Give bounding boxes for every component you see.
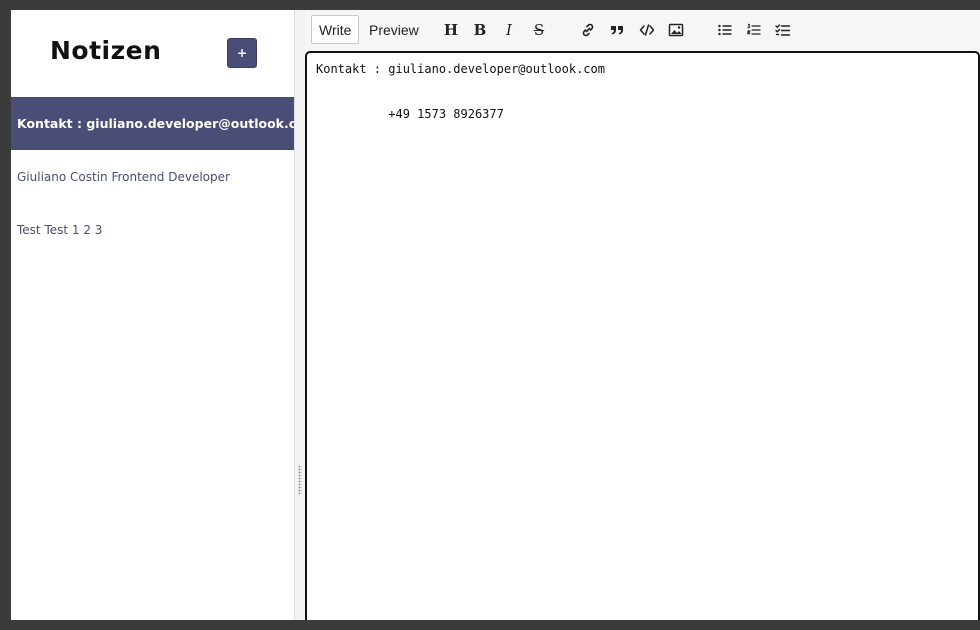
note-list: Kontakt : giuliano.developer@outlook.com… [11,97,294,256]
note-item[interactable]: Kontakt : giuliano.developer@outlook.com [11,97,294,150]
drag-handle-icon[interactable] [298,465,302,495]
ordered-list-icon[interactable] [743,20,765,40]
checklist-icon[interactable] [772,20,794,40]
note-item[interactable]: Giuliano Costin Frontend Developer [11,150,294,203]
sidebar-header: Notizen + [11,10,294,97]
editor-toolbar: Write Preview H B I S [305,10,980,51]
link-icon[interactable] [577,20,599,40]
quote-icon[interactable] [606,20,628,40]
notes-app: Notizen + Kontakt : giuliano.developer@o… [11,10,980,620]
image-icon[interactable] [665,20,687,40]
add-note-button[interactable]: + [227,38,257,68]
italic-icon[interactable]: I [498,20,520,40]
sidebar: Notizen + Kontakt : giuliano.developer@o… [11,10,294,620]
note-textarea[interactable]: Kontakt : giuliano.developer@outlook.com… [305,51,980,620]
code-icon[interactable] [636,20,658,40]
markdown-editor: Write Preview H B I S Kontakt: giuliano… [305,10,980,620]
resize-gutter[interactable] [294,10,305,620]
bold-icon[interactable]: B [469,20,491,40]
unordered-list-icon[interactable] [714,20,736,40]
note-item-label: Giuliano Costin Frontend Developer [17,169,230,184]
heading-icon[interactable]: H [440,20,462,40]
strikethrough-icon[interactable]: S [528,20,550,40]
note-item-label: Test Test 1 2 3 [17,222,103,237]
tab-write[interactable]: Write [311,15,360,44]
sidebar-title: Notizen [50,36,162,65]
note-item-label: Kontakt : giuliano.developer@outlook.com [17,116,294,131]
tab-preview[interactable]: Preview [362,15,426,44]
note-item[interactable]: Test Test 1 2 3 [11,203,294,256]
